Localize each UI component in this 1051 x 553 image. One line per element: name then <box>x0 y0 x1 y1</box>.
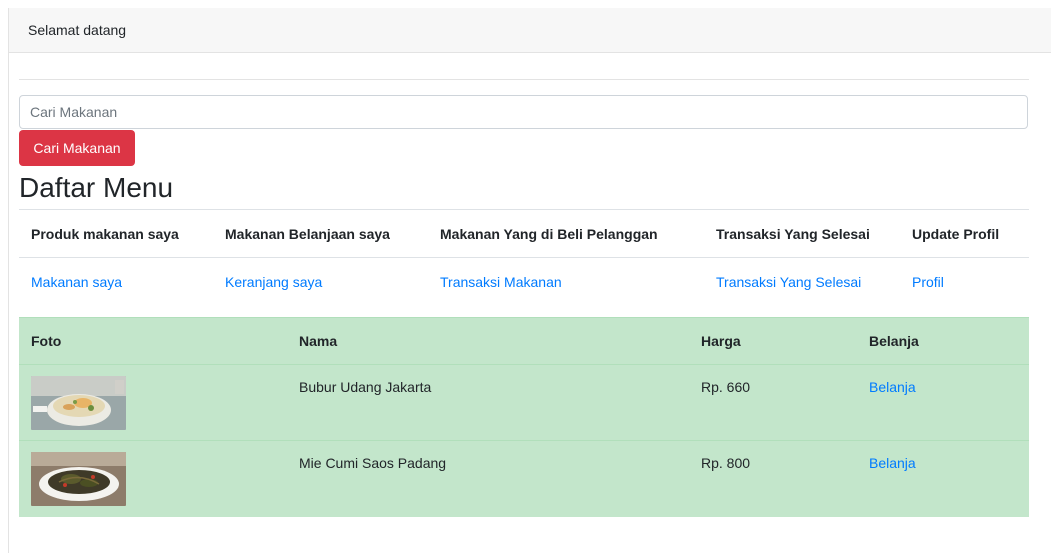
belanja-link[interactable]: Belanja <box>869 455 916 471</box>
link-transaksi-makanan[interactable]: Transaksi Makanan <box>440 274 562 290</box>
link-keranjang-saya[interactable]: Keranjang saya <box>225 274 322 290</box>
mie-photo <box>31 452 126 506</box>
nav-header-row: Produk makanan saya Makanan Belanjaan sa… <box>19 209 1029 258</box>
nav-header: Transaksi Yang Selesai <box>704 209 900 258</box>
column-header-harga: Harga <box>689 317 857 365</box>
nav-header: Produk makanan saya <box>19 209 213 258</box>
nav-cell: Keranjang saya <box>213 258 428 307</box>
divider <box>19 79 1029 80</box>
nav-header: Makanan Belanjaan saya <box>213 209 428 258</box>
nav-header: Update Profil <box>900 209 1029 258</box>
nav-cell: Transaksi Yang Selesai <box>704 258 900 307</box>
menu-header-row: Foto Nama Harga Belanja <box>19 317 1029 365</box>
photo-cell <box>19 364 287 441</box>
table-row: Bubur Udang Jakarta Rp. 660 Belanja <box>19 364 1029 441</box>
search-input[interactable] <box>19 95 1028 129</box>
photo-cell <box>19 440 287 517</box>
bubur-photo <box>31 376 126 430</box>
column-header-foto: Foto <box>19 317 287 365</box>
nav-link-row: Makanan saya Keranjang saya Transaksi Ma… <box>19 258 1029 307</box>
column-header-nama: Nama <box>287 317 689 365</box>
nav-cell: Profil <box>900 258 1029 307</box>
food-name: Bubur Udang Jakarta <box>287 364 689 441</box>
food-price: Rp. 660 <box>689 364 857 441</box>
nav-cell: Makanan saya <box>19 258 213 307</box>
welcome-text: Selamat datang <box>28 22 127 38</box>
belanja-link[interactable]: Belanja <box>869 379 916 395</box>
food-name: Mie Cumi Saos Padang <box>287 440 689 517</box>
nav-header: Makanan Yang di Beli Pelanggan <box>428 209 704 258</box>
nav-cell: Transaksi Makanan <box>428 258 704 307</box>
link-makanan-saya[interactable]: Makanan saya <box>31 274 122 290</box>
nav-table: Produk makanan saya Makanan Belanjaan sa… <box>19 209 1029 306</box>
search-button[interactable]: Cari Makanan <box>19 130 135 166</box>
table-row: Mie Cumi Saos Padang Rp. 800 Belanja <box>19 440 1029 517</box>
page-title: Daftar Menu <box>19 172 174 203</box>
menu-table: Foto Nama Harga Belanja Bubur Udang Jaka… <box>19 317 1029 517</box>
food-price: Rp. 800 <box>689 440 857 517</box>
column-header-belanja: Belanja <box>857 317 1029 365</box>
card-header: Selamat datang <box>9 8 1051 53</box>
action-cell: Belanja <box>857 364 1029 441</box>
link-transaksi-selesai[interactable]: Transaksi Yang Selesai <box>716 274 861 290</box>
action-cell: Belanja <box>857 440 1029 517</box>
link-profil[interactable]: Profil <box>912 274 944 290</box>
